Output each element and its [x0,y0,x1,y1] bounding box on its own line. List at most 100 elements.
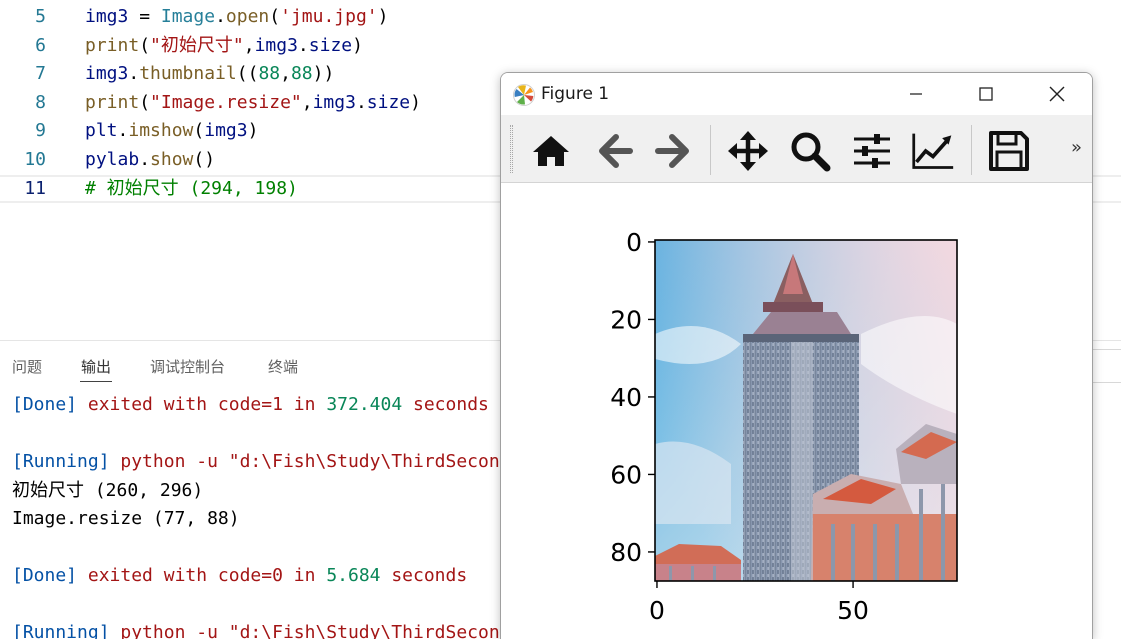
toolbar-separator [710,125,711,175]
output-token: [Running] [12,451,110,472]
line-number: 6 [35,34,46,56]
figure-titlebar[interactable]: Figure 1 [501,73,1092,115]
code-token: img3 [85,63,129,85]
code-token: ) [247,120,259,142]
output-token: exited with [77,394,218,415]
close-button[interactable] [1037,79,1077,109]
output-token: 5.684 [326,565,381,586]
code-token: , [301,91,313,113]
close-icon [1049,86,1065,102]
code-token: () [193,149,216,170]
code-token: pylab [85,149,140,170]
output-token: seconds [380,565,468,586]
code-text: print("初始尺寸",img3.size) [85,32,363,60]
toolbar-overflow-button[interactable]: » [1071,137,1082,158]
code-token: ( [193,120,205,142]
minimize-button[interactable] [896,79,936,109]
x-tick-label: 50 [837,596,869,625]
code-token: . [117,120,129,142]
subplots-sliders-icon [854,134,890,168]
zoom-button[interactable] [788,129,832,173]
code-token: (( [236,63,259,85]
tab-output[interactable]: 输出 [79,357,113,382]
forward-button[interactable] [652,129,696,173]
tab-terminal[interactable]: 终端 [268,357,298,377]
code-token: plt [85,120,118,142]
code-token: ( [139,91,151,113]
pan-button[interactable] [726,129,770,173]
image-thumbnail [655,240,957,581]
figure-toolbar: » [501,115,1092,183]
y-tick-label: 80 [610,538,642,567]
code-text: print("Image.resize",img3.size) [85,89,421,117]
code-token: open [225,6,270,27]
code-token: 88 [258,63,281,85]
code-token: imshow [128,120,194,142]
pan-move-icon [728,131,768,171]
minimize-icon [910,93,922,95]
tab-problems[interactable]: 问题 [12,357,42,377]
home-button[interactable] [529,129,573,173]
toolbar-grip[interactable] [510,125,513,173]
code-token: img3 [312,91,356,113]
code-line[interactable]: 6 print("初始尺寸",img3.size) [0,32,1121,60]
toolbar-separator [971,125,972,175]
code-token: 88 [290,63,313,85]
code-token: "Image.resize" [150,91,302,113]
code-line[interactable]: 5 img3 = Image.open('jmu.jpg') [0,3,1121,31]
axes-svg: 0204060800 50 [610,228,958,625]
output-token: exited with [77,565,218,586]
tab-debug-console[interactable]: 调试控制台 [150,357,225,377]
code-token: = [128,6,161,27]
code-token: 'jmu.jpg' [280,6,378,27]
code-text: # 初始尺寸 (294, 198) [85,177,298,201]
output-token: [Done] [12,394,78,415]
code-token: print [85,34,140,56]
zoom-magnifier-icon [791,132,831,172]
configure-subplots-button[interactable] [850,129,894,173]
y-tick-label: 0 [626,228,642,257]
output-line: 初始尺寸 (260, 296) [12,477,203,505]
y-tick-label: 40 [610,383,642,412]
line-number: 10 [24,149,46,170]
forward-arrow-icon [655,134,689,168]
code-token: , [243,34,255,56]
back-button[interactable] [592,129,636,173]
maximize-button[interactable] [966,79,1006,109]
code-text: img3 = Image.open('jmu.jpg') [85,3,389,31]
output-line: [Done] exited with code=0 in 5.684 secon… [12,562,467,590]
code-token: . [215,6,226,27]
code-token: ( [139,34,151,56]
code-token: . [139,149,151,170]
line-number: 9 [35,120,46,142]
code-token: img3 [204,120,248,142]
code-token: . [355,91,367,113]
output-line: Image.resize (77, 88) [12,505,240,533]
output-token: [Done] [12,565,78,586]
output-token: code=0 [217,565,283,586]
output-token: in [282,565,327,586]
figure-title: Figure 1 [541,84,610,104]
figure-window: Figure 1 » 0 20 40 60 80 0 50 [500,72,1093,639]
code-text: plt.imshow(img3) [85,117,258,145]
code-token: ) [377,6,389,27]
code-text: img3.thumbnail((88,88)) [85,60,334,88]
code-token: ( [269,6,281,27]
save-button[interactable] [987,129,1031,173]
code-token: # 初始尺寸 (294, 198) [85,177,298,199]
y-tick-label: 20 [610,305,642,334]
output-token: in [282,394,327,415]
panel-actions [1091,349,1121,383]
edit-axes-button[interactable] [911,129,955,173]
maximize-icon [979,87,993,101]
output-token: seconds [402,394,489,415]
code-token: )) [312,63,335,85]
code-token: size [308,34,353,56]
matplotlib-logo-icon [513,84,535,106]
output-token: 初始尺寸 (260, 296) [12,479,204,501]
code-token: "初始尺寸" [150,34,244,56]
line-number: 5 [35,6,46,27]
code-text: pylab.show() [85,146,215,174]
output-token: 372.404 [326,394,403,415]
plot-canvas[interactable]: 0 20 40 60 80 0 50 [501,184,1092,639]
